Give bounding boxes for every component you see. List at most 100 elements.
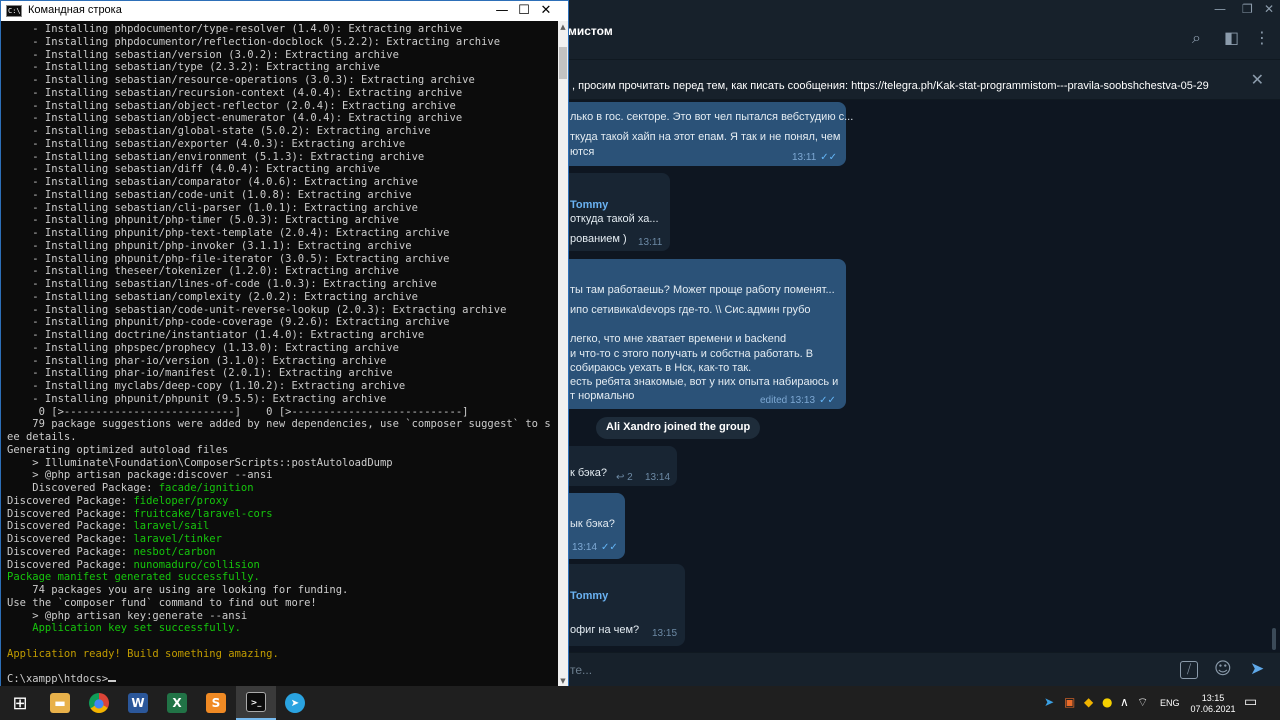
console-text: - Installing phpunit/php-code-coverage (… [7, 316, 450, 329]
wifi-icon[interactable]: ⌔ [1137, 695, 1148, 710]
console-text: Discovered Package: [7, 545, 134, 558]
console-line: - Installing sebastian/cli-parser (1.0.1… [7, 202, 559, 215]
message-bubble[interactable]: лько в гос. секторе. Это вот чел пытался… [560, 102, 853, 166]
message-author[interactable]: Tommy [570, 589, 608, 603]
console-text: > @php artisan key:generate --ansi [7, 609, 248, 622]
message-list[interactable]: лько в гос. секторе. Это вот чел пытался… [560, 100, 1280, 652]
cmd-window[interactable]: C:\ Командная строка — ☐ ✕ - Installing … [0, 0, 569, 687]
message-bubble[interactable]: Tommy откуда такой ха... рованием ) 13:1… [560, 173, 670, 251]
console-text: 79 package suggestions were added by new… [7, 418, 551, 431]
message-time: 13:15 [652, 628, 678, 639]
message-line: к бэка? [570, 467, 607, 479]
message-input[interactable]: те... [570, 663, 592, 677]
console-line: Application ready! Build something amazi… [7, 648, 559, 661]
message-bubble[interactable]: Tommy офиг на чем? 13:15 [560, 564, 685, 646]
console-text: Discovered Package: [7, 507, 134, 520]
message-line: собираюсь уехать в Нск, как-то так. [570, 362, 752, 374]
console-text: laravel/sail [133, 520, 210, 533]
taskbar-app-telegram[interactable]: ➤ [275, 686, 315, 720]
text-cursor [108, 680, 117, 683]
console-line: - Installing sebastian/object-enumerator… [7, 112, 559, 125]
emoji-icon[interactable]: ☺ [1214, 659, 1232, 679]
console-text: - Installing sebastian/environment (5.1.… [7, 150, 425, 163]
chevron-up-icon[interactable]: ∧ [1120, 695, 1129, 709]
console-text: laravel/tinker [133, 533, 222, 545]
taskbar-app-explorer[interactable]: ▬ [40, 686, 80, 720]
console-text: facade/ignition [158, 482, 254, 494]
scroll-up-icon[interactable]: ▲ [558, 21, 568, 33]
console-text: - Installing sebastian/object-reflector … [7, 99, 456, 112]
cmd-titlebar[interactable]: C:\ Командная строка — ☐ ✕ [1, 1, 568, 21]
console-text: fruitcake/laravel-cors [133, 507, 273, 520]
console-text: - Installing myclabs/deep-copy (1.10.2):… [7, 380, 406, 392]
console-text: - Installing sebastian/global-state (5.0… [7, 125, 431, 137]
console-text: - Installing sebastian/diff (4.0.4): Ext… [7, 163, 380, 176]
console-text: - Installing phpunit/php-file-iterator (… [7, 252, 450, 265]
taskbar-app-chrome[interactable]: ● [79, 686, 119, 720]
console-text: - Installing phpspec/prophecy (1.13.0): … [7, 341, 399, 354]
taskbar-app-sublime[interactable]: S [196, 686, 236, 720]
console-icon: C:\ [6, 5, 22, 17]
message-bubble[interactable]: ты там работаешь? Может проще работу пом… [560, 259, 846, 409]
telegram-tray-icon[interactable]: ➤ [1044, 695, 1054, 709]
restore-button[interactable]: ❐ [1242, 2, 1253, 16]
more-menu-icon[interactable]: ⋮ [1254, 28, 1270, 47]
notification-icon[interactable]: ▭ [1244, 694, 1257, 710]
console-text: - Installing phpunit/phpunit (9.5.5): Ex… [7, 392, 387, 405]
taskbar-app-excel[interactable]: X [157, 686, 197, 720]
taskbar-app-start[interactable]: ⊞ [0, 686, 40, 720]
console-line: - Installing theseer/tokenizer (1.2.0): … [7, 265, 559, 278]
taskbar-app-cmd[interactable]: >_ [236, 686, 276, 720]
clock-date: 07.06.2021 [1190, 704, 1236, 714]
close-button[interactable]: ✕ [524, 1, 568, 21]
app-tray-icon[interactable]: ▣ [1064, 695, 1075, 709]
bulb-tray-icon[interactable]: ● [1102, 695, 1112, 709]
minimize-button[interactable]: — [1214, 2, 1226, 16]
pinned-message-bar[interactable]: , просим прочитать перед тем, как писать… [560, 60, 1280, 100]
console-line: - Installing sebastian/recursion-context… [7, 87, 559, 100]
console-text: - Installing sebastian/object-enumerator… [7, 112, 463, 125]
console-line: Package manifest generated successfully. [7, 571, 559, 584]
console-line: - Installing sebastian/resource-operatio… [7, 74, 559, 87]
bot-command-icon[interactable]: ⧸ [1180, 661, 1198, 679]
console-line: Discovered Package: laravel/tinker [7, 533, 559, 546]
message-bubble[interactable]: к бэка? ↩ 2 13:14 [560, 446, 677, 486]
console-text: - Installing sebastian/complexity (2.0.2… [7, 290, 418, 303]
window-title: Командная строка [28, 4, 122, 16]
console-line: - Installing myclabs/deep-copy (1.10.2):… [7, 380, 559, 393]
language-indicator[interactable]: ENG [1160, 698, 1180, 708]
console-text: - Installing phpdocumentor/type-resolver… [7, 23, 463, 35]
cmd-scrollbar[interactable]: ▲ ▼ [558, 21, 568, 687]
console-text: Application key set successfully. [7, 622, 241, 635]
send-icon[interactable]: ➤ [1250, 659, 1264, 679]
console-line: Discovered Package: fideloper/proxy [7, 495, 559, 508]
cmd-icon: >_ [246, 692, 266, 712]
taskbar-app-word[interactable]: W [118, 686, 158, 720]
app-tray-icon[interactable]: ◆ [1084, 695, 1093, 709]
console-text: > Illuminate\Foundation\ComposerScripts:… [7, 456, 393, 469]
taskbar: ⊞ ▬ ● W X S >_ ➤ ➤ ▣ ◆ ● ∧ ⌔ ENG 13:15 07.06.20… [0, 686, 1280, 720]
clock[interactable]: 13:15 07.06.2021 [1188, 693, 1238, 715]
console-text: - Installing theseer/tokenizer (1.2.0): … [7, 265, 399, 278]
chat-header[interactable]: мистом ⌕ ◧ ⋮ [560, 20, 1280, 60]
message-bubble[interactable]: ык бэка? 13:14 ✓✓ [560, 493, 625, 559]
close-icon[interactable]: ✕ [1251, 70, 1264, 89]
sidebar-toggle-icon[interactable]: ◧ [1224, 28, 1239, 47]
console-output[interactable]: - Installing phpdocumentor/type-resolver… [7, 23, 559, 688]
console-line: 79 package suggestions were added by new… [7, 418, 559, 431]
console-text: C:\xampp\htdocs> [7, 673, 109, 686]
console-text: - Installing sebastian/comparator (4.0.6… [7, 176, 418, 188]
console-line: Use the `composer fund` command to find … [7, 597, 559, 610]
console-line: - Installing sebastian/global-state (5.0… [7, 125, 559, 138]
search-icon[interactable]: ⌕ [1192, 28, 1201, 48]
console-line: ee details. [7, 431, 559, 444]
console-line: - Installing sebastian/type (2.3.2): Ext… [7, 61, 559, 74]
console-line: - Installing phpunit/php-invoker (3.1.1)… [7, 240, 559, 253]
reply-count[interactable]: ↩ 2 [616, 471, 633, 485]
message-author[interactable]: Tommy [570, 198, 608, 212]
scroll-thumb[interactable] [559, 47, 567, 79]
close-button[interactable]: ✕ [1264, 2, 1274, 16]
message-line: рованием ) [570, 233, 627, 245]
chat-scrollbar[interactable] [1272, 628, 1276, 650]
word-icon: W [128, 693, 148, 713]
